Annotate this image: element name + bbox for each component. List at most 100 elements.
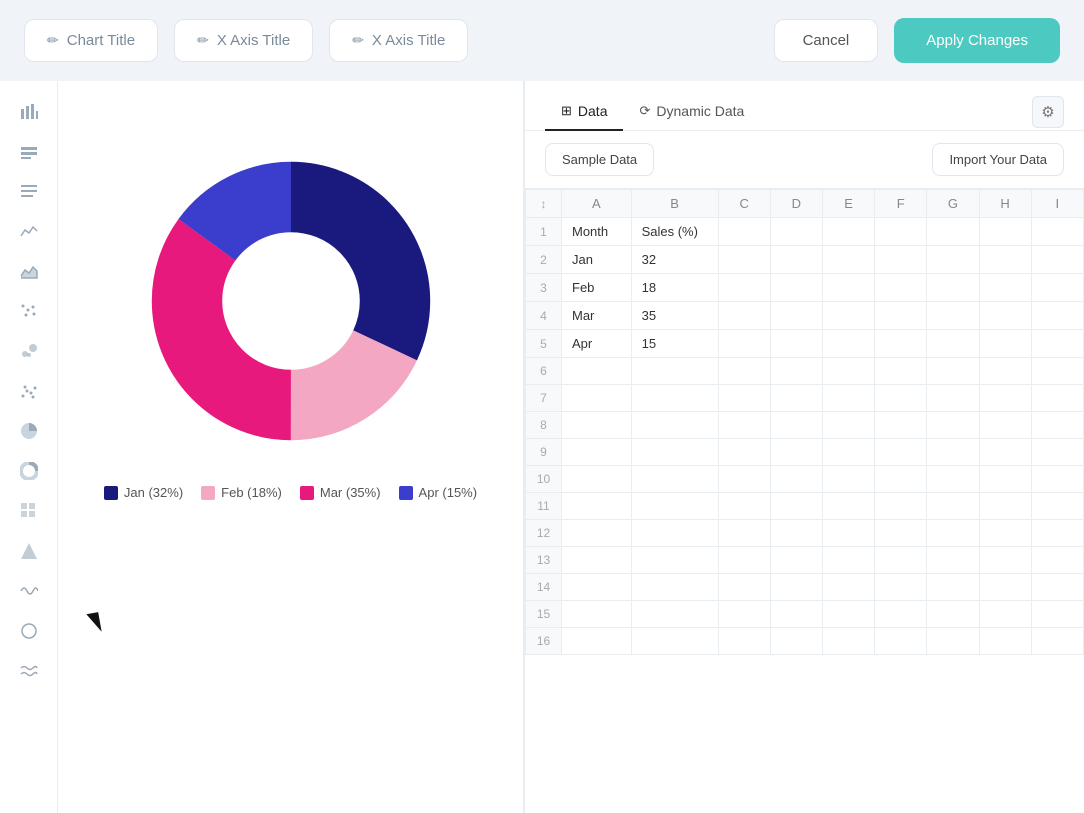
cell-empty[interactable] — [875, 330, 927, 358]
cell-empty[interactable] — [822, 520, 874, 547]
cell-empty[interactable] — [822, 628, 874, 655]
cell-empty[interactable] — [875, 493, 927, 520]
cell-b[interactable] — [631, 493, 718, 520]
cell-empty[interactable] — [927, 574, 979, 601]
cell-empty[interactable] — [718, 358, 770, 385]
cell-empty[interactable] — [1031, 547, 1083, 574]
import-data-button[interactable]: Import Your Data — [932, 143, 1064, 176]
cell-empty[interactable] — [822, 412, 874, 439]
wave-icon[interactable] — [9, 573, 49, 609]
cell-empty[interactable] — [875, 246, 927, 274]
grid-icon[interactable] — [9, 493, 49, 529]
cell-empty[interactable] — [1031, 466, 1083, 493]
cell-empty[interactable] — [875, 466, 927, 493]
cell-empty[interactable] — [979, 628, 1031, 655]
cell-a[interactable] — [562, 358, 632, 385]
cell-empty[interactable] — [979, 246, 1031, 274]
cell-empty[interactable] — [927, 385, 979, 412]
cell-empty[interactable] — [1031, 302, 1083, 330]
cell-empty[interactable] — [770, 547, 822, 574]
list-icon[interactable] — [9, 173, 49, 209]
cell-empty[interactable] — [927, 601, 979, 628]
cell-empty[interactable] — [875, 628, 927, 655]
cell-a[interactable] — [562, 628, 632, 655]
scatter-icon[interactable] — [9, 293, 49, 329]
cell-a[interactable]: Feb — [562, 274, 632, 302]
cell-empty[interactable] — [822, 466, 874, 493]
cell-empty[interactable] — [822, 385, 874, 412]
cell-empty[interactable] — [770, 302, 822, 330]
cell-b[interactable] — [631, 358, 718, 385]
cell-b[interactable] — [631, 466, 718, 493]
cell-empty[interactable] — [770, 330, 822, 358]
cell-empty[interactable] — [1031, 628, 1083, 655]
cell-empty[interactable] — [979, 466, 1031, 493]
cell-empty[interactable] — [927, 493, 979, 520]
cell-b[interactable]: 18 — [631, 274, 718, 302]
cancel-button[interactable]: Cancel — [774, 19, 879, 62]
cell-empty[interactable] — [822, 547, 874, 574]
x-axis-title-button[interactable]: ✏ X Axis Title — [174, 19, 313, 62]
cell-b[interactable]: Sales (%) — [631, 218, 718, 246]
circle-icon[interactable] — [9, 613, 49, 649]
cell-empty[interactable] — [927, 218, 979, 246]
settings-button[interactable]: ⚙ — [1032, 96, 1064, 128]
cell-empty[interactable] — [927, 466, 979, 493]
cell-empty[interactable] — [718, 246, 770, 274]
area-chart-icon[interactable] — [9, 253, 49, 289]
cell-b[interactable] — [631, 547, 718, 574]
spreadsheet[interactable]: ↕ A B C D E F G H I 1MonthSales (%)2Jan3… — [525, 188, 1084, 813]
cell-empty[interactable] — [927, 358, 979, 385]
cell-a[interactable]: Apr — [562, 330, 632, 358]
chart-title-button[interactable]: ✏ Chart Title — [24, 19, 158, 62]
cell-empty[interactable] — [875, 302, 927, 330]
cell-b[interactable] — [631, 574, 718, 601]
cell-empty[interactable] — [875, 358, 927, 385]
cell-empty[interactable] — [718, 520, 770, 547]
cell-empty[interactable] — [979, 547, 1031, 574]
bar-chart-icon[interactable] — [9, 93, 49, 129]
cell-empty[interactable] — [822, 330, 874, 358]
cell-empty[interactable] — [822, 358, 874, 385]
cell-a[interactable] — [562, 412, 632, 439]
cell-empty[interactable] — [1031, 246, 1083, 274]
scatter2-icon[interactable] — [9, 373, 49, 409]
cell-empty[interactable] — [718, 493, 770, 520]
cell-a[interactable] — [562, 439, 632, 466]
cell-empty[interactable] — [875, 274, 927, 302]
tab-dynamic-data[interactable]: ⟳ Dynamic Data — [623, 93, 760, 131]
cell-empty[interactable] — [770, 628, 822, 655]
cell-empty[interactable] — [979, 274, 1031, 302]
cell-empty[interactable] — [770, 358, 822, 385]
cell-a[interactable] — [562, 574, 632, 601]
cell-empty[interactable] — [822, 493, 874, 520]
cell-a[interactable]: Mar — [562, 302, 632, 330]
cell-empty[interactable] — [1031, 574, 1083, 601]
cell-b[interactable]: 35 — [631, 302, 718, 330]
cell-empty[interactable] — [979, 302, 1031, 330]
bubble-icon[interactable] — [9, 333, 49, 369]
cell-empty[interactable] — [770, 274, 822, 302]
cell-empty[interactable] — [1031, 412, 1083, 439]
cell-empty[interactable] — [770, 412, 822, 439]
cell-empty[interactable] — [875, 574, 927, 601]
cell-b[interactable] — [631, 385, 718, 412]
column-chart-icon[interactable] — [9, 133, 49, 169]
cell-empty[interactable] — [718, 385, 770, 412]
cell-empty[interactable] — [770, 601, 822, 628]
cell-empty[interactable] — [979, 520, 1031, 547]
cell-empty[interactable] — [927, 547, 979, 574]
cell-empty[interactable] — [718, 302, 770, 330]
cell-b[interactable] — [631, 412, 718, 439]
cell-empty[interactable] — [1031, 385, 1083, 412]
cell-empty[interactable] — [875, 601, 927, 628]
donut-icon[interactable] — [9, 453, 49, 489]
cell-empty[interactable] — [718, 628, 770, 655]
cell-empty[interactable] — [979, 439, 1031, 466]
cell-empty[interactable] — [979, 493, 1031, 520]
cell-empty[interactable] — [718, 601, 770, 628]
cell-empty[interactable] — [927, 302, 979, 330]
cell-empty[interactable] — [979, 330, 1031, 358]
cell-empty[interactable] — [875, 547, 927, 574]
cell-b[interactable] — [631, 520, 718, 547]
